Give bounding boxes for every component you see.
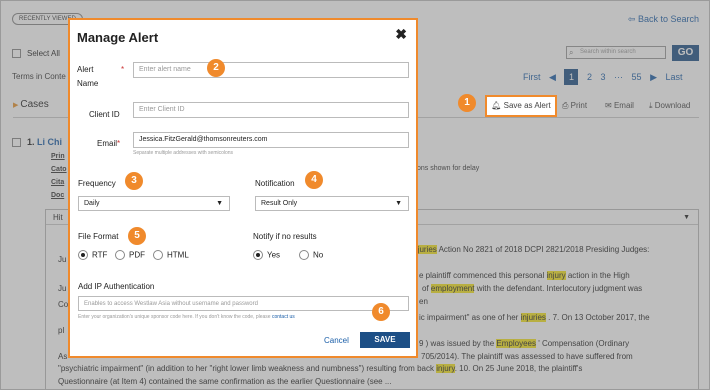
radio-selected-icon [78,250,88,260]
required-mark: * [121,65,125,74]
radio-icon [153,250,163,260]
file-format-label: File Format [78,232,119,241]
close-icon[interactable]: ✖ [395,26,407,43]
client-id-input[interactable]: Enter Client ID [133,102,409,118]
ip-auth-label: Add IP Authentication [78,282,155,291]
notify-option-label: Yes [267,250,281,260]
notify-no-results-label: Notify if no results [253,232,317,241]
frequency-value: Daily [84,200,100,207]
email-label: Email* [97,139,120,148]
ip-auth-input[interactable]: Enables to access Westlaw Asia without u… [78,296,409,311]
ip-hint-text: Enter your organization's unique sponsor… [78,314,271,320]
dialog-title: Manage Alert [77,30,159,45]
alert-name-label-line1: Alert [77,65,94,74]
radio-icon [115,250,125,260]
format-label: HTML [167,250,189,260]
step-badge-3: 3 [125,172,143,190]
email-input[interactable]: Jessica.FitzGerald@thomsonreuters.com [133,132,409,148]
email-hint: Separate multiple addresses with semicol… [133,150,234,156]
format-label: RTF [92,250,108,260]
radio-icon [299,250,309,260]
step-badge-2: 2 [207,59,225,77]
step-badge-1: 1 [458,94,476,112]
contact-us-link[interactable]: contact us [272,314,295,320]
step-badge-4: 4 [305,171,323,189]
format-label: PDF [129,250,145,260]
notify-option-label: No [313,250,324,260]
notify-radio-yes[interactable]: Yes [253,250,280,260]
alert-name-label: Alert [77,65,93,74]
screenshot-frame: RECENTLY VIEWED ⇦ Back to Search Select … [0,0,710,390]
notify-radio-no[interactable]: No [299,250,323,260]
manage-alert-dialog: Manage Alert ✖ Alert * Name Enter alert … [68,18,418,358]
email-label-text: Email [97,139,118,148]
cancel-button[interactable]: Cancel [324,336,349,345]
step-badge-6: 6 [372,303,390,321]
save-as-alert-label: Save as Alert [503,101,551,110]
dropdown-arrow-icon: ▼ [395,200,402,207]
alert-name-label-line2: Name [77,79,99,88]
save-as-alert-button-highlighted[interactable]: 🔔︎ Save as Alert [485,95,557,117]
notification-select[interactable]: Result Only ▼ [255,196,409,211]
client-id-label: Client ID [89,110,120,119]
notification-label: Notification [255,179,295,188]
format-radio-pdf[interactable]: PDF [115,250,145,260]
bell-icon: 🔔︎ [491,101,504,110]
alert-name-input[interactable]: Enter alert name [133,62,409,78]
ip-hint: Enter your organization's unique sponsor… [78,314,295,320]
format-radio-rtf[interactable]: RTF [78,250,107,260]
frequency-label: Frequency [78,179,116,188]
format-radio-html[interactable]: HTML [153,250,189,260]
save-button[interactable]: SAVE [360,332,410,348]
step-badge-5: 5 [128,227,146,245]
required-mark: * [117,139,121,148]
radio-selected-icon [253,250,263,260]
dropdown-arrow-icon: ▼ [216,200,223,207]
notification-value: Result Only [261,200,298,207]
frequency-select[interactable]: Daily ▼ [78,196,230,211]
